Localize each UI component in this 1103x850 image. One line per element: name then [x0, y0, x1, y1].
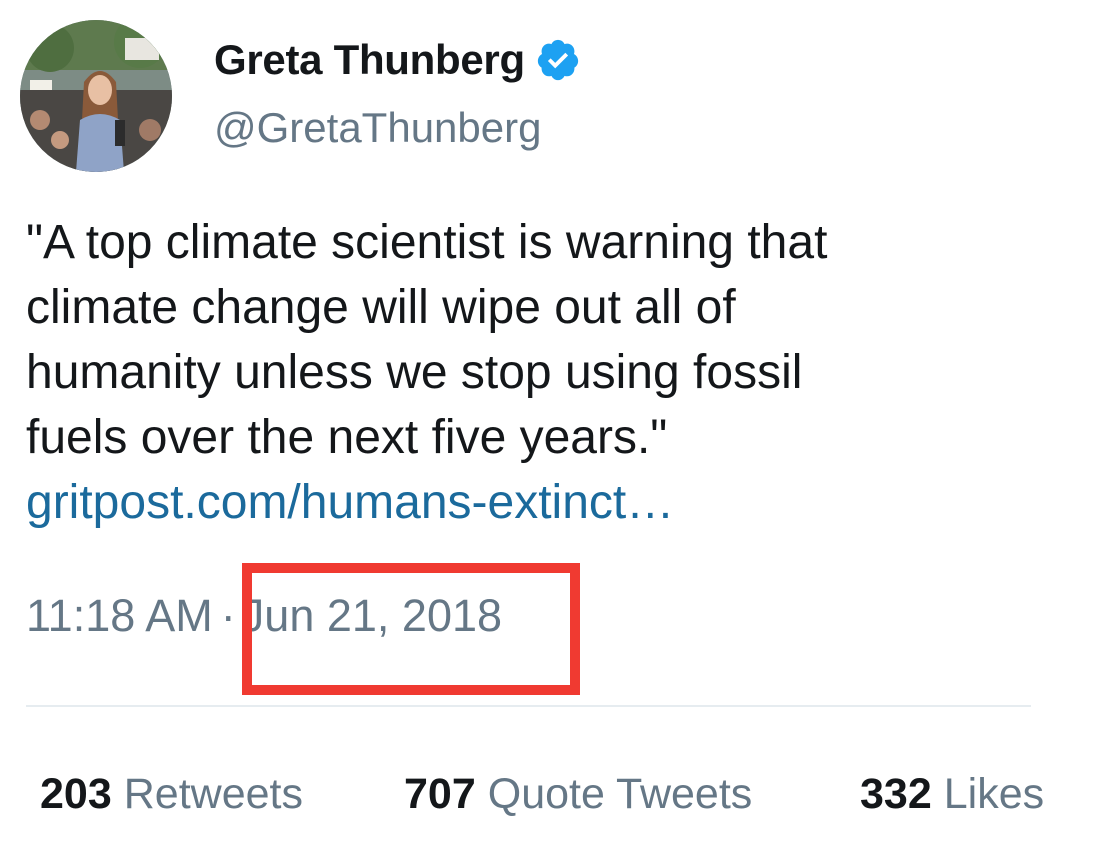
tweet-text: "A top climate scientist is warning that… [26, 216, 828, 464]
tweet-time[interactable]: 11:18 AM [26, 590, 213, 642]
retweets-count: 203 [40, 770, 112, 818]
display-name-text[interactable]: Greta Thunberg [214, 36, 525, 84]
retweets-label: Retweets [123, 770, 303, 818]
likes-count: 332 [860, 770, 932, 818]
tweet-stats: 203 Retweets 707 Quote Tweets 332 Likes [40, 770, 1044, 819]
quote-tweets-count: 707 [404, 770, 476, 818]
tweet-link[interactable]: gritpost.com/humans-extinct… [26, 470, 674, 535]
quote-tweets-label: Quote Tweets [487, 770, 753, 818]
avatar[interactable] [20, 20, 172, 172]
display-name[interactable]: Greta Thunberg [214, 36, 581, 84]
likes-stat[interactable]: 332 Likes [860, 770, 1044, 819]
likes-label: Likes [943, 770, 1045, 818]
retweets-stat[interactable]: 203 Retweets [40, 770, 404, 819]
date-highlight-box [242, 563, 580, 695]
verified-badge-icon [535, 37, 581, 83]
quote-tweets-stat[interactable]: 707 Quote Tweets [404, 770, 860, 819]
user-handle[interactable]: @GretaThunberg [214, 104, 541, 152]
divider [26, 705, 1031, 707]
timestamp-separator: · [220, 590, 236, 641]
